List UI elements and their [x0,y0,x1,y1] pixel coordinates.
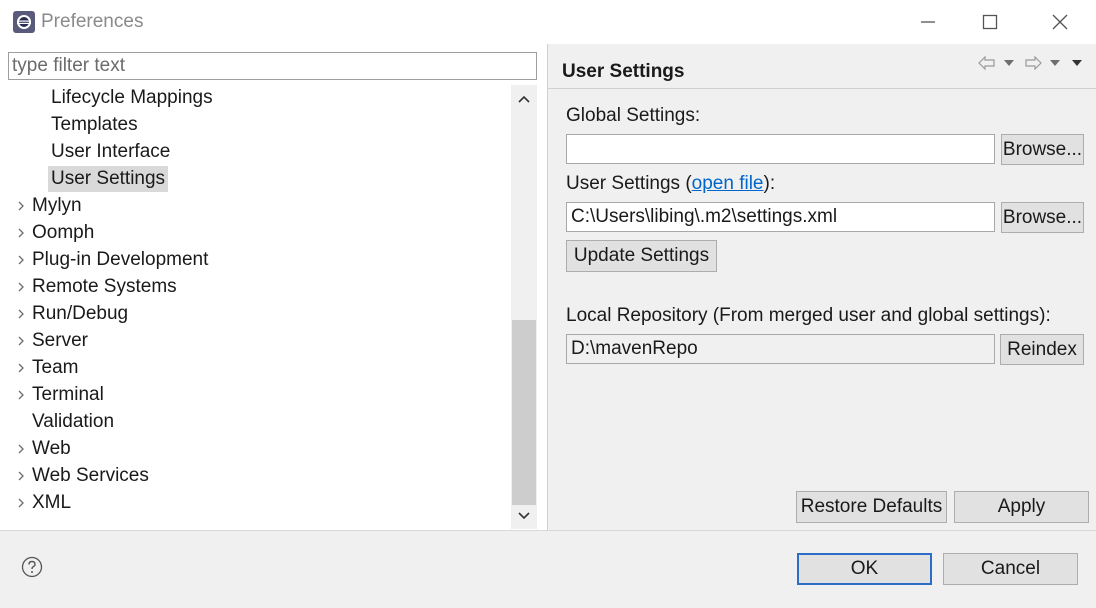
filter-input[interactable] [8,52,537,80]
close-button[interactable] [1028,0,1092,44]
tree-item-label: Lifecycle Mappings [51,87,213,108]
minimize-button[interactable] [896,0,960,44]
open-file-link[interactable]: open file [692,173,764,194]
forward-menu-dropdown-icon[interactable] [1046,54,1064,72]
user-settings-label: User Settings (open file): [566,173,775,195]
chevron-down-icon [518,512,530,520]
chevron-right-icon[interactable] [16,471,26,481]
tree-item-label: Web [32,438,71,459]
user-settings-label-suffix: ): [763,173,776,194]
user-settings-label-prefix: User Settings ( [566,173,692,194]
tree-item-server[interactable]: Server [1,328,511,354]
tree-item-plug-in-development[interactable]: Plug-in Development [1,247,511,273]
chevron-right-icon[interactable] [16,201,26,211]
tree-item-label: Run/Debug [32,303,129,324]
chevron-right-icon[interactable] [16,363,26,373]
tree-item-lifecycle-mappings[interactable]: Lifecycle Mappings [1,85,511,111]
chevron-right-icon[interactable] [16,390,26,400]
tree-item-label: Web Services [32,465,149,486]
tree-item-label: Oomph [32,222,95,243]
global-settings-label: Global Settings: [566,105,701,126]
tree-item-remote-systems[interactable]: Remote Systems [1,274,511,300]
update-settings-button[interactable]: Update Settings [566,240,717,272]
tree-item-validation[interactable]: Validation [1,409,511,435]
tree-item-label: User Interface [51,141,171,162]
tree-item-oomph[interactable]: Oomph [1,220,511,246]
chevron-right-icon[interactable] [16,336,26,346]
minimize-icon [921,21,935,23]
apply-button[interactable]: Apply [954,491,1089,523]
close-icon [1052,14,1068,30]
restore-defaults-button[interactable]: Restore Defaults [796,491,947,523]
scroll-up-button[interactable] [511,86,537,112]
chevron-up-icon [518,95,530,103]
preferences-tree: Lifecycle Mappings Templates User Interf… [1,85,511,529]
help-icon[interactable] [21,556,43,578]
tree-item-label: Validation [32,411,115,432]
scroll-down-button[interactable] [511,503,537,529]
chevron-right-icon[interactable] [16,444,26,454]
tree-item-label: Remote Systems [32,276,177,297]
back-menu-dropdown-icon[interactable] [1000,54,1018,72]
maximize-button[interactable] [958,0,1022,44]
back-arrow-icon[interactable] [978,54,996,72]
tree-item-user-settings[interactable]: User Settings [1,166,511,192]
tree-item-label: Team [32,357,79,378]
tree-item-run-debug[interactable]: Run/Debug [1,301,511,327]
chevron-right-icon[interactable] [16,498,26,508]
forward-arrow-icon[interactable] [1024,54,1042,72]
maximize-icon [982,14,998,30]
global-settings-browse-button[interactable]: Browse... [1001,134,1084,165]
eclipse-app-icon [12,10,36,34]
tree-item-label: XML [32,492,72,513]
local-repository-label: Local Repository (From merged user and g… [566,305,1051,326]
tree-item-label: Terminal [32,384,104,405]
tree-item-label: Plug-in Development [32,249,209,270]
tree-item-label: Server [32,330,88,351]
global-settings-input[interactable] [566,134,995,164]
page-title: User Settings [562,61,685,82]
chevron-right-icon[interactable] [16,255,26,265]
view-menu-icon[interactable] [1068,54,1086,72]
tree-item-user-interface[interactable]: User Interface [1,139,511,165]
tree-item-web[interactable]: Web [1,436,511,462]
chevron-right-icon[interactable] [16,309,26,319]
tree-item-team[interactable]: Team [1,355,511,381]
tree-item-terminal[interactable]: Terminal [1,382,511,408]
cancel-button[interactable]: Cancel [943,553,1078,585]
chevron-right-icon[interactable] [16,228,26,238]
tree-item-label: User Settings [48,166,169,192]
user-settings-input[interactable] [566,202,995,232]
local-repository-field [566,334,995,364]
tree-item-web-services[interactable]: Web Services [1,463,511,489]
tree-item-label: Mylyn [32,195,82,216]
scrollbar-thumb[interactable] [512,320,536,505]
ok-button[interactable]: OK [797,553,932,585]
tree-item-templates[interactable]: Templates [1,112,511,138]
tree-item-xml[interactable]: XML [1,490,511,516]
window-title: Preferences [41,11,144,32]
user-settings-browse-button[interactable]: Browse... [1001,202,1084,233]
tree-item-mylyn[interactable]: Mylyn [1,193,511,219]
reindex-button[interactable]: Reindex [1000,334,1084,365]
tree-item-label: Templates [51,114,138,135]
chevron-right-icon[interactable] [16,282,26,292]
